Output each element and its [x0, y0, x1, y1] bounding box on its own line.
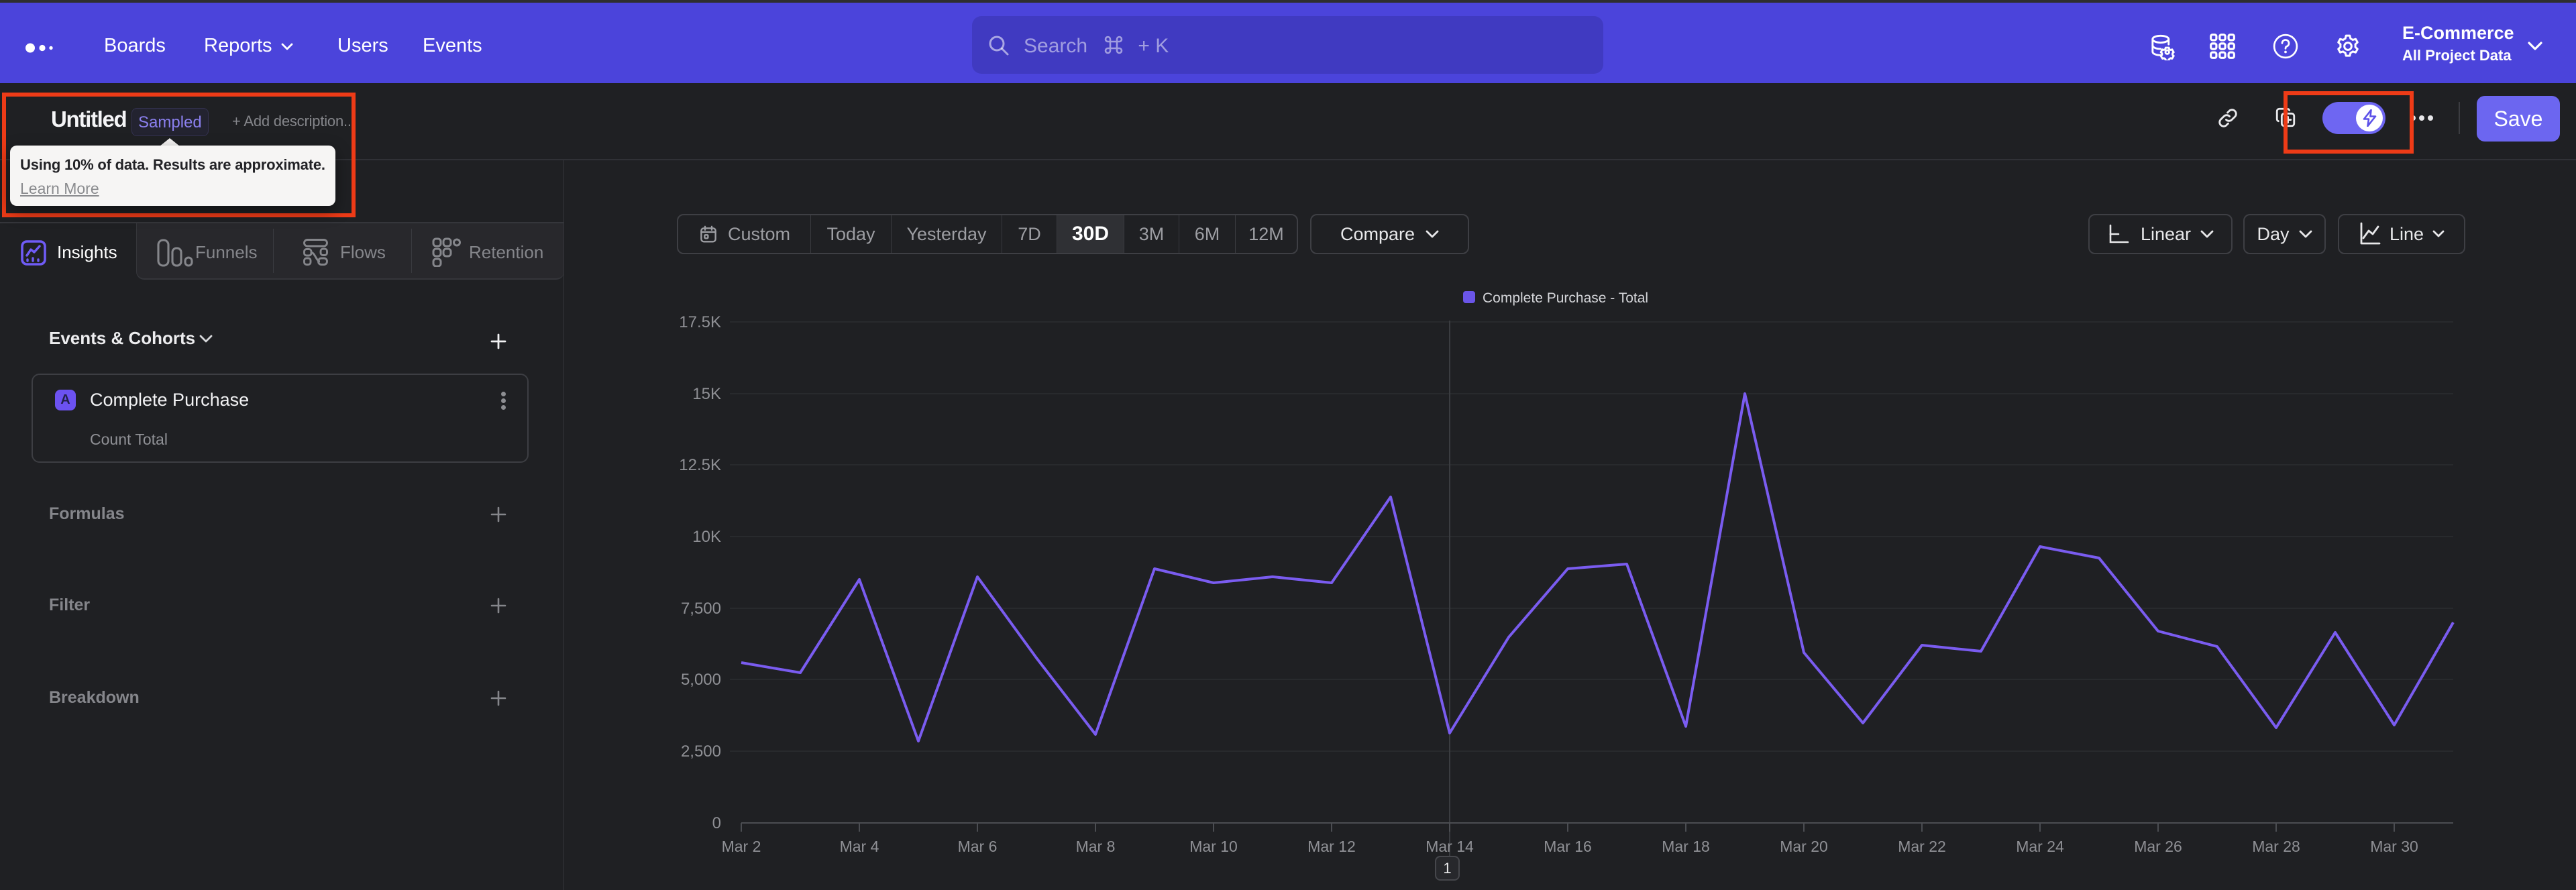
svg-text:Mar 10: Mar 10 — [1189, 838, 1238, 855]
svg-text:10K: 10K — [692, 528, 721, 546]
svg-text:17.5K: 17.5K — [679, 313, 721, 331]
svg-text:1: 1 — [1443, 860, 1451, 877]
svg-text:Mar 22: Mar 22 — [1898, 838, 1946, 855]
svg-text:Mar 16: Mar 16 — [1544, 838, 1592, 855]
svg-text:Mar 20: Mar 20 — [1780, 838, 1828, 855]
svg-text:12.5K: 12.5K — [679, 456, 721, 474]
svg-text:Mar 18: Mar 18 — [1662, 838, 1710, 855]
svg-text:15K: 15K — [692, 385, 721, 403]
svg-text:Mar 30: Mar 30 — [2370, 838, 2418, 855]
svg-text:7,500: 7,500 — [681, 600, 721, 618]
svg-text:Mar 12: Mar 12 — [1307, 838, 1356, 855]
svg-text:2,500: 2,500 — [681, 742, 721, 761]
svg-text:Mar 14: Mar 14 — [1426, 838, 1474, 855]
svg-text:Complete Purchase - Total: Complete Purchase - Total — [1483, 290, 1648, 306]
svg-text:Mar 2: Mar 2 — [722, 838, 761, 855]
svg-text:Mar 8: Mar 8 — [1076, 838, 1116, 855]
svg-text:5,000: 5,000 — [681, 671, 721, 689]
svg-text:0: 0 — [712, 814, 721, 832]
svg-text:Mar 4: Mar 4 — [840, 838, 879, 855]
svg-text:Mar 24: Mar 24 — [2016, 838, 2064, 855]
svg-text:Mar 28: Mar 28 — [2252, 838, 2300, 855]
svg-text:Mar 26: Mar 26 — [2134, 838, 2182, 855]
svg-text:Mar 6: Mar 6 — [958, 838, 998, 855]
